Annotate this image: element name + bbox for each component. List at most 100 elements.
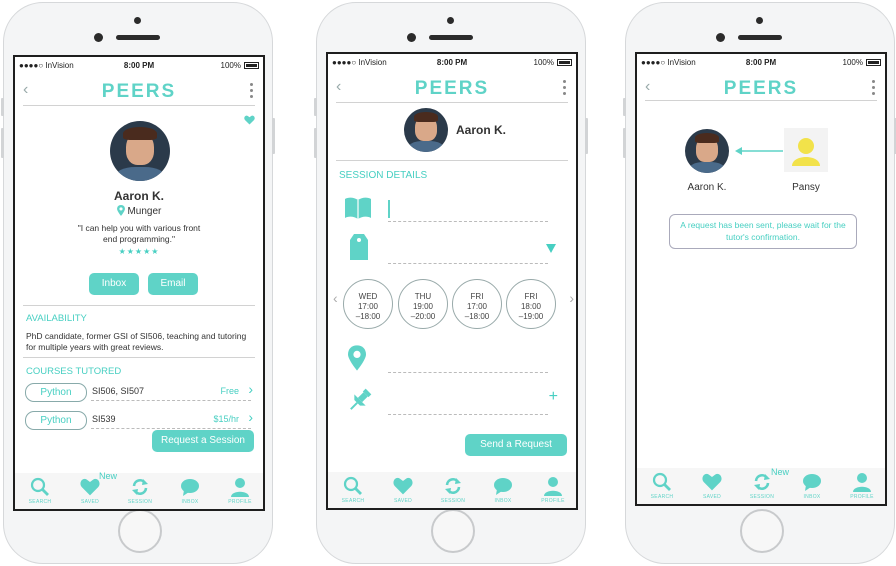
time-slot[interactable]: WED 17:00 –18:00	[343, 279, 393, 329]
phone-sensor	[756, 17, 763, 24]
location-pin-icon	[116, 205, 125, 216]
app-title: PEERS	[101, 81, 177, 102]
text-cursor	[388, 200, 390, 218]
tab-label: INBOX	[181, 499, 199, 505]
new-badge: New	[99, 471, 118, 481]
time-slot-start: 18:00	[520, 302, 542, 311]
tutor-name: Aaron K.	[113, 189, 164, 203]
tutor-avatar	[110, 121, 170, 181]
course-language-tag: Python	[25, 411, 87, 430]
app-title: PEERS	[414, 78, 490, 99]
phone-camera	[94, 33, 103, 42]
time-slot-end: –20:00	[410, 312, 436, 321]
row-divider	[91, 400, 251, 401]
chevron-left-icon[interactable]: ‹	[333, 290, 338, 306]
tab-label: SEARCH	[28, 499, 52, 505]
chat-bubble-icon	[803, 474, 821, 491]
phone-frame-confirmation: ●●●●○ InVision 8:00 PM 100% ‹ PEERS Aaro…	[623, 2, 896, 564]
person-icon	[231, 478, 249, 497]
phone-sensor	[134, 17, 141, 24]
tab-label: SEARCH	[650, 494, 674, 500]
chevron-right-icon: ›	[248, 381, 253, 397]
pushpin-icon	[350, 388, 372, 410]
volume-up-button	[623, 128, 626, 158]
tab-label: SESSION	[127, 499, 153, 505]
battery-percent: 100%	[220, 61, 241, 70]
tutor-avatar	[404, 108, 448, 152]
notes-input[interactable]	[388, 414, 548, 415]
search-icon	[343, 476, 362, 495]
phone-speaker	[738, 35, 782, 40]
time-slot-day: FRI	[470, 292, 484, 301]
search-icon	[30, 477, 49, 496]
add-note-icon[interactable]: +	[549, 388, 558, 406]
time-slot[interactable]: FRI 18:00 –19:00	[506, 279, 556, 329]
tab-bar: SEARCH SAVED SESSION INBOX PROFILE	[328, 472, 576, 508]
courses-heading: COURSES TUTORED	[26, 366, 122, 377]
home-button[interactable]	[118, 509, 162, 553]
home-button[interactable]	[740, 509, 784, 553]
session-details-screen: ●●●●○ InVision 8:00 PM 100% ‹ PEERS Aaro…	[326, 52, 578, 510]
email-button[interactable]: Email	[148, 273, 198, 295]
course-price: $15/hr	[213, 414, 239, 424]
time-slot-end: –18:00	[355, 312, 381, 321]
refresh-icon	[754, 474, 770, 490]
phone-frame-profile: ●●●●○ InVision 8:00 PM 100% ‹ PEERS Aaro…	[1, 2, 275, 564]
phone-frame-session-details: ●●●●○ InVision 8:00 PM 100% ‹ PEERS Aaro…	[314, 2, 588, 564]
tutor-quote: "I can help you with various front end p…	[77, 223, 201, 244]
time-slot[interactable]: THU 19:00 –20:00	[398, 279, 448, 329]
course-codes: SI539	[92, 414, 116, 424]
more-options-icon[interactable]	[563, 80, 566, 98]
power-button	[272, 118, 275, 154]
home-button[interactable]	[431, 509, 475, 553]
availability-text: PhD candidate, former GSI of SI506, teac…	[26, 331, 247, 352]
header-divider	[23, 105, 255, 106]
tab-label: SESSION	[440, 498, 466, 504]
course-input[interactable]	[388, 221, 548, 222]
chevron-right-icon[interactable]: ›	[569, 290, 574, 306]
tab-label: PROFILE	[228, 499, 252, 505]
tab-label: PROFILE	[541, 498, 565, 504]
heart-icon	[393, 477, 413, 495]
app-title: PEERS	[723, 78, 799, 99]
person-icon	[544, 477, 562, 496]
battery-icon	[866, 59, 881, 66]
tab-label: SAVED	[393, 498, 413, 504]
tab-label: SAVED	[80, 499, 100, 505]
location-input[interactable]	[388, 372, 548, 373]
location-pin-icon	[348, 345, 366, 371]
battery-icon	[244, 62, 259, 69]
chevron-right-icon: ›	[248, 409, 253, 425]
section-divider	[336, 160, 568, 161]
time-slot-start: 17:00	[466, 302, 488, 311]
inbox-button[interactable]: Inbox	[89, 273, 139, 295]
saved-heart-icon[interactable]	[244, 115, 255, 125]
time-slot[interactable]: FRI 17:00 –18:00	[452, 279, 502, 329]
tab-label: PROFILE	[850, 494, 874, 500]
new-badge: New	[771, 467, 790, 477]
category-select[interactable]	[388, 263, 548, 264]
time-slot-start: 19:00	[412, 302, 434, 311]
volume-up-button	[314, 128, 317, 158]
tab-bar: SEARCH SAVED SESSION INBOX PROFILE	[637, 468, 885, 504]
heart-icon	[80, 478, 100, 496]
rating-stars: ★★★★★	[118, 247, 160, 256]
status-bar: ●●●●○ InVision 8:00 PM 100%	[328, 58, 576, 70]
mute-switch	[314, 98, 317, 116]
chat-bubble-icon	[181, 479, 199, 496]
battery-percent: 100%	[842, 58, 863, 67]
heart-icon	[702, 473, 722, 491]
profile-screen: ●●●●○ InVision 8:00 PM 100% ‹ PEERS Aaro…	[13, 55, 265, 511]
time-slot-start: 17:00	[357, 302, 379, 311]
arrow-left-icon	[735, 147, 783, 155]
request-session-button[interactable]: Request a Session	[152, 430, 254, 452]
status-bar: ●●●●○ InVision 8:00 PM 100%	[15, 61, 263, 73]
tutor-avatar	[685, 129, 729, 173]
send-request-button[interactable]: Send a Request	[465, 434, 567, 456]
volume-up-button	[1, 128, 4, 158]
phone-speaker	[429, 35, 473, 40]
more-options-icon[interactable]	[250, 83, 253, 101]
time-slot-end: –18:00	[464, 312, 490, 321]
dropdown-arrow-icon[interactable]	[546, 244, 556, 253]
more-options-icon[interactable]	[872, 80, 875, 98]
